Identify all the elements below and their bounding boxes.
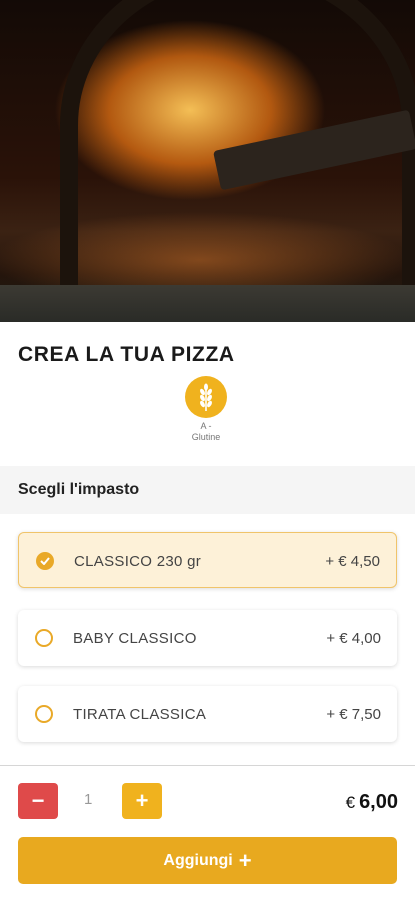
allergen-badge: A - Glutine <box>185 376 227 443</box>
quantity-value: 1 <box>84 791 93 808</box>
option-tirata-classica[interactable]: TIRATA CLASSICA + € 7,50 <box>18 686 397 742</box>
radio-unchecked-icon[interactable] <box>35 705 53 723</box>
product-title: CREA LA TUA PIZZA <box>18 343 235 366</box>
increase-quantity-button[interactable]: + <box>122 783 162 819</box>
radio-unchecked-icon[interactable] <box>35 629 53 647</box>
allergen-label: A - Glutine <box>185 421 227 443</box>
option-price: + € 4,00 <box>326 630 381 647</box>
option-classico[interactable]: CLASSICO 230 gr + € 4,50 <box>18 532 397 588</box>
option-name: CLASSICO 230 gr <box>74 553 202 570</box>
currency-symbol: € <box>345 793 356 812</box>
decrease-quantity-button[interactable]: − <box>18 783 58 819</box>
option-name: TIRATA CLASSICA <box>73 706 207 723</box>
allergen-code: A - <box>200 421 212 431</box>
radio-checked-icon[interactable] <box>36 552 54 570</box>
oven-floor <box>0 285 415 322</box>
section-title: Scegli l'impasto <box>18 481 140 498</box>
section-header: Scegli l'impasto <box>0 466 415 514</box>
allergen-name: Glutine <box>191 432 221 442</box>
total-amount: 6,00 <box>359 791 398 813</box>
divider <box>0 765 415 766</box>
plus-icon: + <box>238 847 252 873</box>
total-price: €6,00 <box>346 791 398 814</box>
add-to-cart-button[interactable]: Aggiungi + <box>18 837 397 884</box>
option-baby-classico[interactable]: BABY CLASSICO + € 4,00 <box>18 610 397 666</box>
add-button-label: Aggiungi <box>163 851 233 869</box>
pizza-oven-image <box>0 0 415 322</box>
option-price: + € 4,50 <box>325 553 380 570</box>
option-name: BABY CLASSICO <box>73 630 197 647</box>
option-price: + € 7,50 <box>326 706 381 723</box>
wheat-icon <box>185 376 227 418</box>
